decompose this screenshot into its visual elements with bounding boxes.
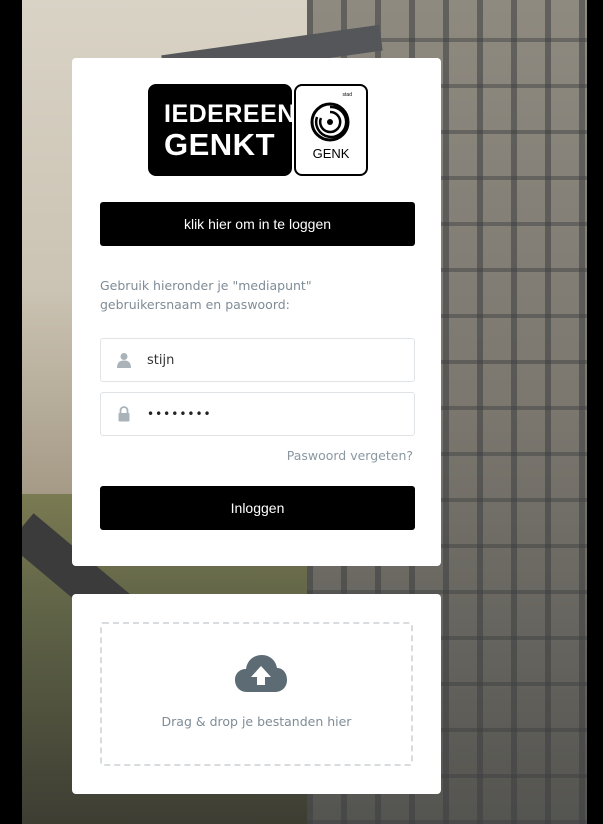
login-button[interactable]: Inloggen <box>100 486 415 530</box>
user-icon <box>117 353 131 368</box>
password-field[interactable] <box>100 392 415 436</box>
logo-line2: GENKT <box>164 127 275 162</box>
seal-text: GENK <box>312 146 350 161</box>
upload-card: Drag & drop je bestanden hier <box>72 594 441 794</box>
spiral-icon <box>310 102 350 142</box>
username-field[interactable] <box>100 338 415 382</box>
file-dropzone[interactable]: Drag & drop je bestanden hier <box>100 622 413 766</box>
forgot-password-link[interactable]: Paswoord vergeten? <box>287 448 413 463</box>
seal-small-text: stad <box>342 92 352 98</box>
dropzone-label: Drag & drop je bestanden hier <box>161 714 352 729</box>
genk-seal-logo: stad GENK <box>294 84 368 176</box>
login-instruction: Gebruik hieronder je "mediapunt" gebruik… <box>100 278 312 312</box>
cloud-upload-icon <box>235 655 287 692</box>
sso-login-button[interactable]: klik hier om in te loggen <box>100 202 415 246</box>
logo-line1: IEDEREEN <box>164 100 296 128</box>
iedereen-genkt-logo: IEDEREEN GENKT stad GENK <box>148 84 368 176</box>
username-input[interactable] <box>147 339 397 381</box>
password-input[interactable] <box>147 393 397 435</box>
login-card: IEDEREEN GENKT stad GENK klik hier om in… <box>72 58 441 566</box>
logo-wordmark: IEDEREEN GENKT <box>148 84 295 176</box>
lock-icon <box>118 406 130 422</box>
